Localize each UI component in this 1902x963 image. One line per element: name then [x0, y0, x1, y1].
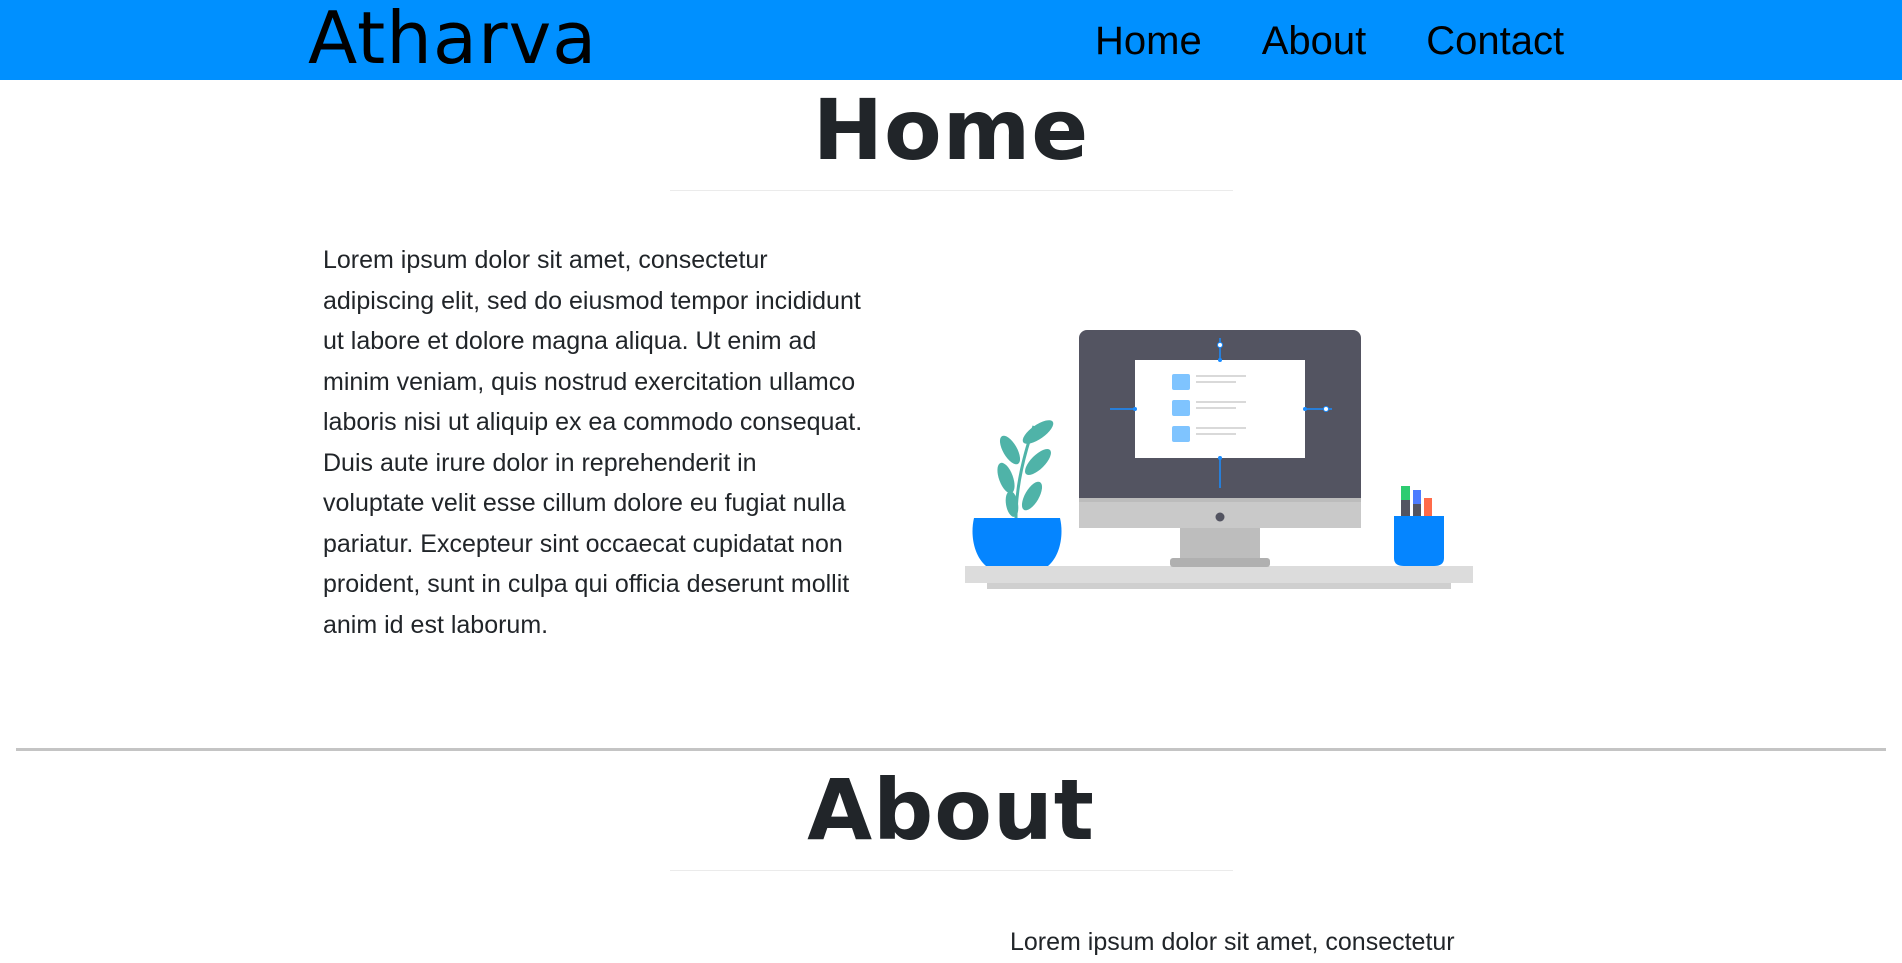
- desktop-workspace-illustration: [965, 330, 1473, 589]
- navbar: Atharva Home About Contact: [0, 0, 1902, 80]
- about-title: About: [807, 761, 1095, 859]
- nav-link-about[interactable]: About: [1262, 16, 1367, 66]
- brand-logo[interactable]: Atharva: [308, 0, 597, 80]
- about-body-text: Lorem ipsum dolor sit amet, consectetur: [1010, 928, 1455, 956]
- nav-link-contact[interactable]: Contact: [1426, 16, 1564, 66]
- nav-links: Home About Contact: [1095, 16, 1564, 66]
- about-title-underline: [670, 870, 1233, 871]
- plant-icon: [972, 420, 1062, 566]
- desk-shelf-shadow: [987, 583, 1451, 589]
- home-title-underline: [670, 190, 1233, 191]
- pen-cup-icon: [1394, 486, 1444, 566]
- monitor-icon: [1079, 330, 1361, 567]
- desk-shelf: [965, 566, 1473, 583]
- home-body-text: Lorem ipsum dolor sit amet, consectetur …: [323, 246, 863, 639]
- nav-link-home[interactable]: Home: [1095, 16, 1202, 66]
- section-divider: [16, 748, 1886, 751]
- home-title: Home: [812, 81, 1090, 179]
